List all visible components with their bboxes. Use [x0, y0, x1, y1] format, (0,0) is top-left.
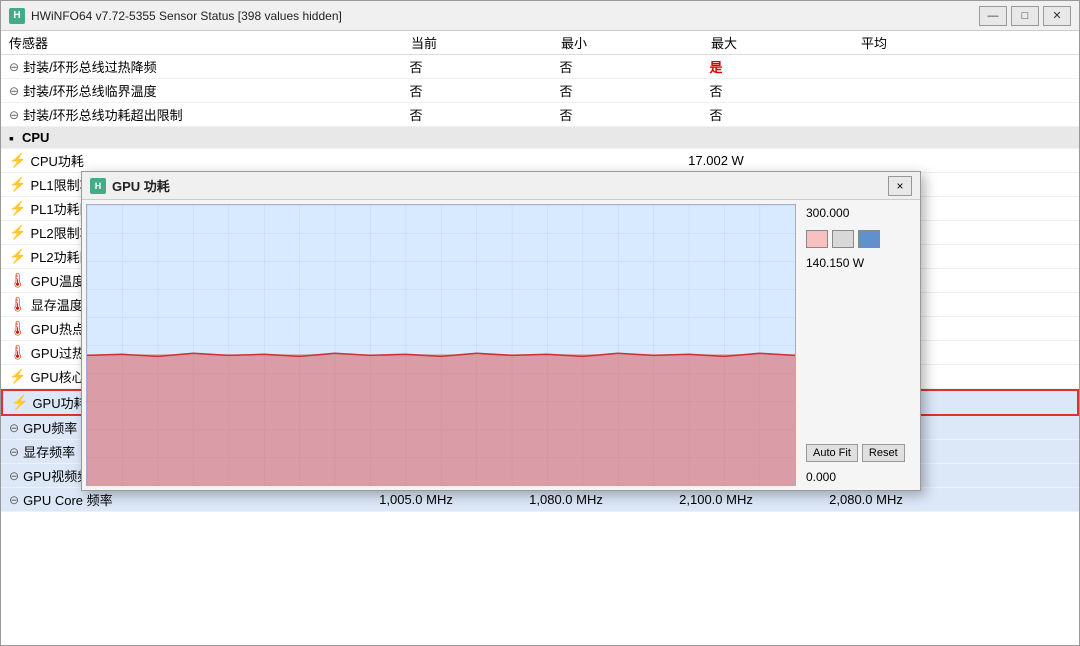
circle-icon: ⊖ [9, 108, 19, 122]
table-row: ⊖ GPU Core 频率 1,005.0 MHz 1,080.0 MHz 2,… [1, 488, 1079, 512]
gpu-power-popup: H GPU 功耗 × [81, 171, 921, 491]
current-val: 否 [341, 81, 491, 100]
col-header-avg: 平均 [799, 33, 949, 52]
reset-button[interactable]: Reset [862, 444, 905, 462]
current-val: 1,005.0 MHz [341, 492, 491, 507]
chart-svg [87, 205, 795, 485]
max-val: 2,100.0 MHz [641, 492, 791, 507]
color-boxes [806, 230, 914, 248]
column-headers: 传感器 当前 最小 最大 平均 [1, 31, 1079, 55]
group-label: CPU [22, 130, 49, 145]
popup-title: GPU 功耗 [112, 176, 888, 195]
sensor-label: GPU功耗 [32, 393, 86, 412]
circle-icon: ⊖ [9, 60, 19, 74]
popup-titlebar: H GPU 功耗 × [82, 172, 920, 200]
bolt-icon: ⚡ [9, 248, 26, 265]
thermometer-icon: 🌡 [9, 344, 27, 361]
sensor-label: 显存频率 [23, 442, 75, 461]
sensor-cell: ⊖ 封装/环形总线临界温度 [9, 81, 341, 100]
minimize-button[interactable]: — [979, 6, 1007, 26]
avg-val: 2,080.0 MHz [791, 492, 941, 507]
sensor-label: 封装/环形总线过热降频 [23, 57, 157, 76]
color-box-3 [858, 230, 880, 248]
sensor-label: GPU Core 频率 [23, 490, 113, 509]
sensor-label: CPU功耗 [30, 151, 83, 170]
thermometer-icon: 🌡 [9, 320, 27, 337]
sensor-label: 封装/环形总线功耗超出限制 [23, 105, 183, 124]
table-row: ⊖ 封装/环形总线临界温度 否 否 否 [1, 79, 1079, 103]
max-val: 是 [641, 57, 791, 76]
titlebar: H HWiNFO64 v7.72-5355 Sensor Status [398… [1, 1, 1079, 31]
sensor-label: GPU温度 [31, 271, 85, 290]
bolt-icon: ⚡ [9, 152, 26, 169]
sensor-cell: ⊖ 封装/环形总线功耗超出限制 [9, 105, 341, 124]
bolt-icon: ⚡ [9, 176, 26, 193]
table-row: ⊖ 封装/环形总线过热降频 否 否 是 [1, 55, 1079, 79]
chart-min-label: 0.000 [806, 470, 914, 484]
main-window: H HWiNFO64 v7.72-5355 Sensor Status [398… [0, 0, 1080, 646]
popup-body: 300.000 140.150 W Auto Fit Reset 0.000 [82, 200, 920, 490]
bolt-icon: ⚡ [11, 394, 28, 411]
sensor-cell: ▪ CPU [9, 130, 341, 146]
sensor-cell: ⊖ GPU Core 频率 [9, 490, 341, 509]
sensor-label: 封装/环形总线临界温度 [23, 81, 157, 100]
col-header-max: 最大 [649, 33, 799, 52]
col-header-sensor: 传感器 [9, 33, 349, 52]
color-box-1 [806, 230, 828, 248]
sensor-label: GPU频率 [23, 418, 77, 437]
circle-icon: ⊖ [9, 469, 19, 483]
group-header-cpu: ▪ CPU [1, 127, 1079, 149]
col-header-min: 最小 [499, 33, 649, 52]
circle-icon: ⊖ [9, 421, 19, 435]
max-val: 否 [641, 105, 791, 124]
auto-fit-button[interactable]: Auto Fit [806, 444, 858, 462]
current-val: 否 [341, 57, 491, 76]
app-icon: H [9, 8, 25, 24]
gpu-power-chart [86, 204, 796, 486]
min-val: 1,080.0 MHz [491, 492, 641, 507]
popup-app-icon: H [90, 178, 106, 194]
thermometer-icon: 🌡 [9, 296, 27, 313]
popup-close-button[interactable]: × [888, 176, 912, 196]
circle-icon: ⊖ [9, 84, 19, 98]
table-row: ⊖ 封装/环形总线功耗超出限制 否 否 否 [1, 103, 1079, 127]
color-box-2 [832, 230, 854, 248]
chart-max-label: 300.000 [806, 206, 914, 220]
thermometer-icon: 🌡 [9, 272, 27, 289]
maximize-button[interactable]: □ [1011, 6, 1039, 26]
max-val: 17.002 W [641, 153, 791, 168]
bolt-icon: ⚡ [9, 200, 26, 217]
chart-current-value: 140.150 W [806, 256, 914, 270]
chart-right-panel: 300.000 140.150 W Auto Fit Reset 0.000 [800, 200, 920, 490]
sensor-table-area: 传感器 当前 最小 最大 平均 ⊖ 封装/环形总线过热降频 否 否 是 [1, 31, 1079, 645]
min-val: 否 [491, 57, 641, 76]
window-title: HWiNFO64 v7.72-5355 Sensor Status [398 v… [31, 9, 979, 23]
circle-icon: ⊖ [9, 493, 19, 507]
bolt-icon: ⚡ [9, 368, 26, 385]
sensor-cell: ⚡ CPU功耗 [9, 151, 341, 170]
bolt-icon: ⚡ [9, 224, 26, 241]
close-button[interactable]: ✕ [1043, 6, 1071, 26]
min-val: 否 [491, 105, 641, 124]
current-val: 否 [341, 105, 491, 124]
col-header-current: 当前 [349, 33, 499, 52]
circle-icon: ⊖ [9, 445, 19, 459]
sensor-cell: ⊖ 封装/环形总线过热降频 [9, 57, 341, 76]
window-controls: — □ ✕ [979, 6, 1071, 26]
sensor-label: 显存温度 [31, 295, 83, 314]
chart-buttons: Auto Fit Reset [806, 444, 914, 462]
max-val: 否 [641, 81, 791, 100]
table-row: ⚡ CPU功耗 17.002 W [1, 149, 1079, 173]
min-val: 否 [491, 81, 641, 100]
